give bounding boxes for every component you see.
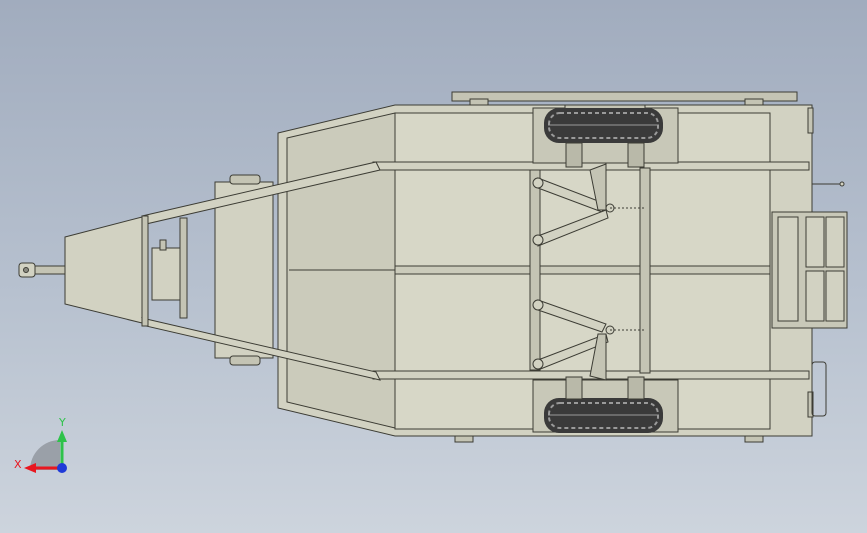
axis-y-label: Y [58, 416, 66, 429]
coordinate-triad-icon: Y X [14, 416, 67, 473]
front-crossmember [214, 181, 274, 359]
cad-viewport[interactable]: Y X [0, 0, 867, 533]
tailgate [771, 211, 848, 329]
trailer-top-view-drawing: Y X [14, 91, 848, 473]
jockey-mount [151, 217, 188, 319]
drawbar-plate [64, 216, 143, 324]
rear-handle [811, 361, 827, 417]
axis-x-label: X [14, 458, 22, 471]
tow-coupler [18, 262, 66, 278]
wheel-upper [544, 108, 663, 143]
wheel-lower [544, 398, 663, 433]
